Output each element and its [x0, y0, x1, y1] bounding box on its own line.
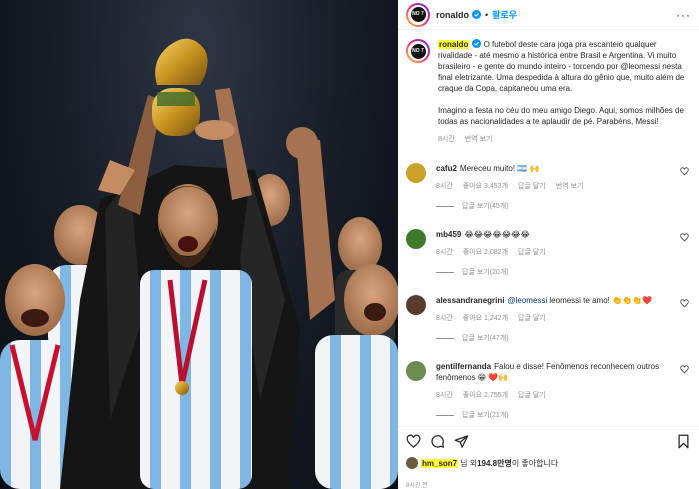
commenter-username[interactable]: mb459 — [436, 230, 461, 239]
post-timestamp: 8시간 전 — [406, 483, 428, 489]
view-replies-button[interactable]: 답글 보기(47개) — [436, 333, 678, 343]
likes-count[interactable]: 194.8만명 — [477, 458, 512, 469]
verified-icon — [472, 10, 481, 19]
comment-likes[interactable]: 좋아요 1,242개 — [463, 313, 508, 323]
verified-icon — [472, 39, 482, 48]
view-replies-label: 답글 보기(47개) — [462, 335, 509, 342]
comment-item: alessandranegrini @leomessi leomessi te a… — [406, 295, 691, 343]
commenter-username[interactable]: cafu2 — [436, 164, 457, 173]
avatar-logo: NO 7 — [410, 43, 426, 59]
comment-likes[interactable]: 좋아요 3,453개 — [463, 181, 508, 191]
view-replies-button[interactable]: 답글 보기(45개) — [436, 201, 678, 211]
view-replies-label: 답글 보기(20개) — [462, 269, 509, 276]
comment-item: mb459 😂😂😂😂😂😂😂 8시간 좋아요 2,082개 답글 달기 답글 보기(… — [406, 229, 691, 277]
send-icon[interactable] — [454, 434, 469, 449]
likes-suffix-1: 님 외 — [460, 458, 478, 468]
comment-heart-icon[interactable] — [680, 299, 689, 308]
more-options-icon[interactable]: ··· — [676, 8, 691, 22]
view-replies-label: 답글 보기(45개) — [462, 203, 509, 210]
bookmark-icon[interactable] — [676, 434, 691, 449]
commenter-avatar[interactable] — [406, 163, 426, 183]
comment-text: leomessi te amo! 👏👏👏❤️ — [547, 296, 652, 305]
likes-summary[interactable]: hm_son7 님 외 194.8만명 이 좋아합니다 — [406, 457, 691, 469]
commenter-avatar[interactable] — [406, 361, 426, 381]
comment-time: 8시간 — [436, 183, 453, 190]
mention-link[interactable]: @leomessi — [507, 296, 547, 305]
comment-heart-icon[interactable] — [680, 365, 689, 374]
comment-item: cafu2 Mereceu muito! 🇦🇷 🙌 8시간 좋아요 3,453개 … — [406, 163, 691, 211]
post-caption: NO 7 ronaldo O futebol deste cara joga p… — [406, 39, 691, 145]
comment-likes[interactable]: 좋아요 2,082개 — [463, 247, 508, 257]
comment-icon[interactable] — [430, 434, 445, 449]
comment-text: Mereceu muito! 🇦🇷 🙌 — [459, 164, 540, 173]
comment-time: 8시간 — [436, 392, 453, 399]
reply-button[interactable]: 답글 달기 — [518, 390, 546, 400]
view-replies-button[interactable]: 답글 보기(20개) — [436, 267, 678, 277]
commenter-avatar[interactable] — [406, 295, 426, 315]
comment-time: 8시간 — [436, 249, 453, 256]
commenter-avatar[interactable] — [406, 229, 426, 249]
post-details-panel: NO 7 ronaldo • 팔로우 ··· NO 7 ronaldo O fu… — [398, 0, 699, 489]
caption-username[interactable]: ronaldo — [438, 40, 470, 49]
author-username[interactable]: ronaldo — [436, 10, 469, 20]
comment-heart-icon[interactable] — [680, 167, 689, 176]
caption-avatar[interactable]: NO 7 — [406, 39, 430, 63]
author-avatar[interactable]: NO 7 — [406, 2, 430, 27]
separator-dot: • — [485, 9, 489, 20]
comments-list[interactable]: NO 7 ronaldo O futebol deste cara joga p… — [398, 31, 699, 426]
post-photo[interactable] — [0, 0, 398, 489]
commenter-username[interactable]: alessandranegrini — [436, 296, 504, 305]
celebration-photo-illustration — [0, 38, 398, 489]
liker-avatar — [406, 457, 418, 469]
heart-icon[interactable] — [406, 434, 421, 449]
view-replies-label: 답글 보기(21개) — [462, 412, 509, 419]
comment-item: gentilfernanda Falou e disse! Fenômenos r… — [406, 361, 691, 420]
reply-button[interactable]: 답글 달기 — [518, 313, 546, 323]
caption-text-2: Imagino a festa no céu do meu amigo Dieg… — [438, 106, 684, 126]
translate-link[interactable]: 번역 보기 — [465, 134, 493, 145]
translate-link[interactable]: 번역 보기 — [556, 181, 584, 191]
reply-button[interactable]: 답글 달기 — [518, 181, 546, 191]
comment-time: 8시간 — [436, 315, 453, 322]
liker-username[interactable]: hm_son7 — [421, 458, 459, 468]
commenter-username[interactable]: gentilfernanda — [436, 362, 491, 371]
avatar-logo: NO 7 — [410, 7, 426, 22]
comment-text: 😂😂😂😂😂😂😂 — [464, 230, 530, 239]
caption-time: 8시간 — [438, 136, 455, 143]
view-replies-button[interactable]: 답글 보기(21개) — [436, 410, 678, 420]
follow-button[interactable]: 팔로우 — [492, 8, 517, 21]
likes-suffix-2: 이 좋아합니다 — [511, 458, 559, 468]
reply-button[interactable]: 답글 달기 — [518, 247, 546, 257]
post-action-bar: hm_son7 님 외 194.8만명 이 좋아합니다 — [398, 426, 699, 469]
post-header: NO 7 ronaldo • 팔로우 ··· — [398, 0, 699, 30]
comment-heart-icon[interactable] — [680, 233, 689, 242]
comment-likes[interactable]: 좋아요 2,755개 — [463, 390, 508, 400]
